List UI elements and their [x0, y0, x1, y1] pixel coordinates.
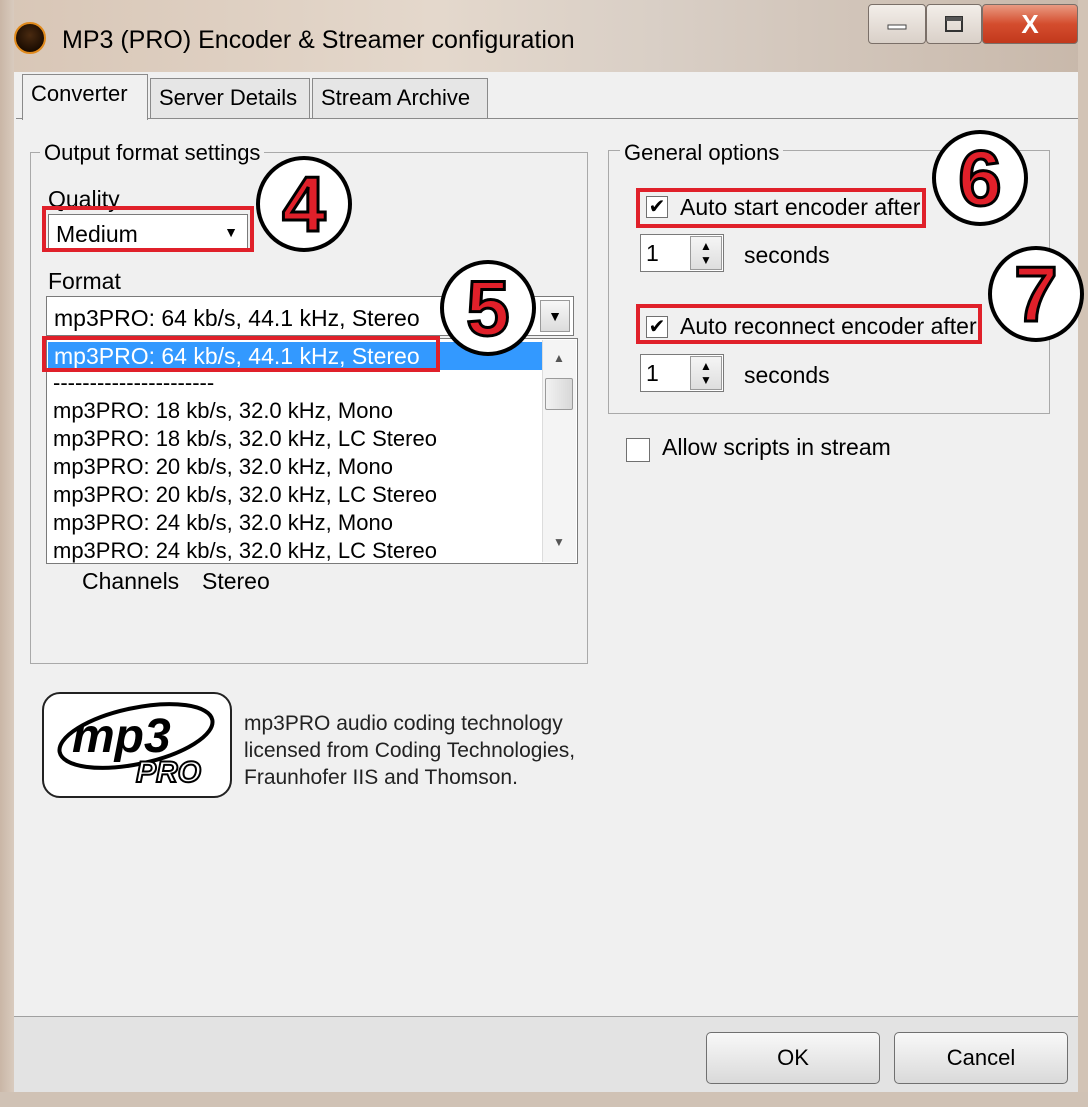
chevron-down-icon[interactable]: ▼: [540, 300, 570, 332]
annotation-badge-6: 6: [932, 130, 1028, 226]
window-frame-left: [0, 0, 14, 1107]
tab-converter[interactable]: Converter: [22, 74, 148, 120]
seconds-label: seconds: [744, 242, 830, 268]
auto-reconnect-spinner[interactable]: ▲ ▼: [690, 356, 722, 390]
cancel-button[interactable]: Cancel: [894, 1032, 1068, 1084]
spin-down-icon[interactable]: ▼: [700, 253, 712, 267]
spin-up-icon[interactable]: ▲: [700, 359, 712, 373]
list-item[interactable]: mp3PRO: 24 kb/s, 32.0 kHz, Mono: [53, 509, 393, 537]
app-icon: [14, 22, 46, 54]
allow-scripts-label[interactable]: Allow scripts in stream: [662, 434, 891, 461]
list-item[interactable]: ----------------------: [53, 369, 214, 397]
minimize-icon: [887, 24, 907, 30]
format-label: Format: [48, 268, 121, 294]
ok-button[interactable]: OK: [706, 1032, 880, 1084]
scroll-down-icon[interactable]: ▼: [544, 528, 574, 556]
allow-scripts-checkbox[interactable]: [626, 438, 650, 462]
general-options-group-label: General options: [620, 140, 784, 166]
auto-start-spinner[interactable]: ▲ ▼: [690, 236, 722, 270]
list-item[interactable]: mp3PRO: 20 kb/s, 32.0 kHz, Mono: [53, 453, 393, 481]
annotation-badge-5: 5: [440, 260, 536, 356]
annotation-highlight-auto-reconnect: [636, 304, 982, 344]
list-item[interactable]: mp3PRO: 18 kb/s, 32.0 kHz, Mono: [53, 397, 393, 425]
auto-start-seconds-value: 1: [646, 240, 659, 266]
channels-label: Channels: [82, 568, 180, 594]
spin-down-icon[interactable]: ▼: [700, 373, 712, 387]
spin-up-icon[interactable]: ▲: [700, 239, 712, 253]
close-button[interactable]: X: [982, 4, 1078, 44]
format-dropdown-value: mp3PRO: 64 kb/s, 44.1 kHz, Stereo: [54, 305, 420, 331]
minimize-button[interactable]: [868, 4, 926, 44]
mp3pro-logo-graphic: mp3 PRO: [57, 702, 215, 790]
mp3pro-logo: mp3 PRO: [42, 692, 232, 798]
tab-server-details[interactable]: Server Details: [150, 78, 310, 118]
license-text: mp3PRO audio coding technology licensed …: [244, 712, 576, 789]
window-title: MP3 (PRO) Encoder & Streamer configurati…: [62, 26, 575, 54]
logo-pro-text: PRO: [136, 756, 201, 789]
output-format-group-label: Output format settings: [40, 140, 265, 166]
list-item[interactable]: mp3PRO: 24 kb/s, 32.0 kHz, LC Stereo: [53, 537, 437, 563]
window-frame-bottom: [0, 1092, 1088, 1107]
window-frame-right: [1078, 0, 1088, 1107]
auto-reconnect-seconds-value: 1: [646, 360, 659, 386]
scroll-up-icon[interactable]: ▲: [544, 344, 574, 372]
maximize-icon: [945, 16, 963, 32]
list-item[interactable]: mp3PRO: 18 kb/s, 32.0 kHz, LC Stereo: [53, 425, 437, 453]
annotation-highlight-format: [42, 336, 440, 372]
channels-value: Stereo: [202, 568, 270, 594]
annotation-highlight-quality: [42, 206, 254, 252]
seconds-label: seconds: [744, 362, 830, 388]
scrollbar-thumb[interactable]: [545, 378, 573, 410]
annotation-badge-7: 7: [988, 246, 1084, 342]
tab-stream-archive[interactable]: Stream Archive: [312, 78, 488, 118]
close-icon: X: [1021, 8, 1039, 39]
annotation-highlight-auto-start: [636, 188, 926, 228]
annotation-badge-4: 4: [256, 156, 352, 252]
maximize-button[interactable]: [926, 4, 982, 44]
list-item[interactable]: mp3PRO: 20 kb/s, 32.0 kHz, LC Stereo: [53, 481, 437, 509]
